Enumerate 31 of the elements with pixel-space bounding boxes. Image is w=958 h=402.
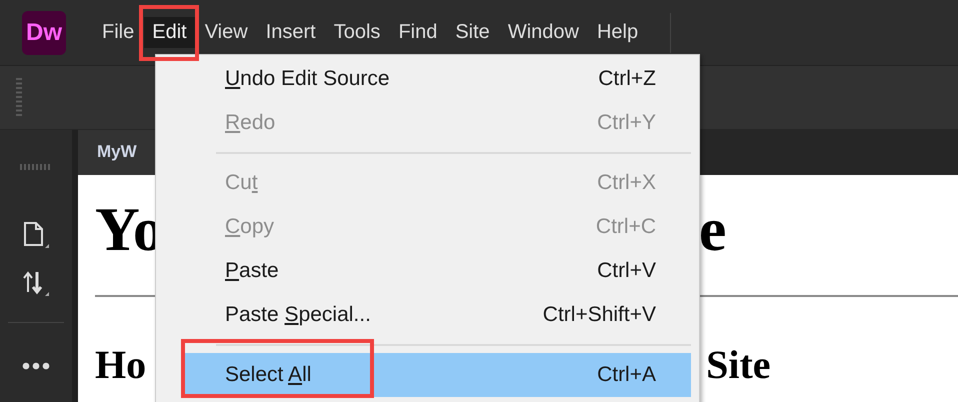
menu-item[interactable]: Site <box>447 17 498 48</box>
shortcut-label: Ctrl+C <box>596 215 656 239</box>
menu-item[interactable]: Insert <box>258 17 324 48</box>
menu-option-label: Redo <box>225 111 276 135</box>
menu-option[interactable]: Undo Edit Source Ctrl+Z <box>181 57 691 101</box>
shortcut-label: Ctrl+Y <box>597 111 656 135</box>
menu-item[interactable]: Find <box>390 17 446 48</box>
page-subheading: Site <box>706 341 771 388</box>
menu-option-label: Cut <box>225 171 258 195</box>
shortcut-label: Ctrl+Shift+V <box>542 303 656 327</box>
shortcut-label: Ctrl+Z <box>598 67 656 91</box>
menu-item[interactable]: View <box>196 17 256 48</box>
shortcut-label: Ctrl+A <box>597 363 656 387</box>
menu-item[interactable]: Window <box>500 17 587 48</box>
menu-option[interactable]: Paste Ctrl+V <box>181 249 691 293</box>
menu-item[interactable]: Tools <box>326 17 388 48</box>
menu-option-label: Copy <box>225 215 274 239</box>
document-tab[interactable]: MyW <box>78 130 156 175</box>
menu-option-label: Paste <box>225 259 279 283</box>
menu-option-label: Paste Special... <box>225 303 371 327</box>
shortcut-label: Ctrl+V <box>597 259 656 283</box>
menu-item[interactable]: File <box>94 17 142 48</box>
menu-option[interactable]: Paste Special... Ctrl+Shift+V <box>181 293 691 337</box>
menu-item[interactable]: Help <box>588 17 646 48</box>
app-logo: Dw <box>22 10 66 54</box>
shortcut-label: Ctrl+X <box>597 171 656 195</box>
page-subheading: Ho <box>95 341 146 388</box>
page-heading: e <box>698 194 726 266</box>
menu-item[interactable]: Edit <box>144 17 195 48</box>
menu-option-label: Undo Edit Source <box>225 67 390 91</box>
menu-option-label: Select All <box>225 363 312 387</box>
